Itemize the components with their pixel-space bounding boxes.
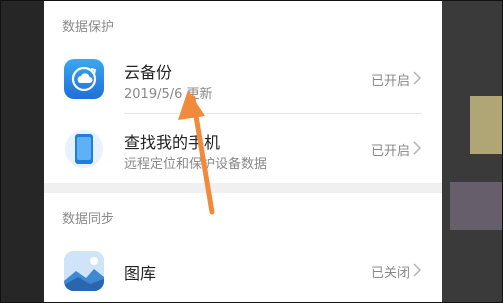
row-cloud-backup[interactable]: 云备份 2019/5/6 更新 已开启 bbox=[44, 46, 442, 108]
find-phone-icon bbox=[64, 129, 104, 169]
section-gap bbox=[44, 183, 442, 193]
background-shape bbox=[470, 96, 503, 154]
section-header-data-protection: 数据保护 bbox=[62, 20, 115, 35]
chevron-right-icon bbox=[412, 140, 422, 155]
cloud-backup-icon bbox=[64, 59, 104, 99]
background-left bbox=[0, 0, 44, 303]
settings-panel: 数据保护 云备份 2019/5/6 更新 已开启 查找我的手机 远程定位和保护设 bbox=[44, 0, 442, 303]
background-shape bbox=[450, 182, 503, 230]
chevron-right-icon bbox=[412, 70, 422, 85]
chevron-right-icon bbox=[412, 262, 422, 277]
row-title: 查找我的手机 bbox=[124, 133, 221, 152]
row-find-my-phone[interactable]: 查找我的手机 远程定位和保护设备数据 已开启 bbox=[44, 116, 442, 178]
row-title: 云备份 bbox=[124, 63, 173, 82]
gallery-icon bbox=[64, 251, 104, 291]
row-subtitle: 2019/5/6 更新 bbox=[124, 87, 213, 102]
divider bbox=[124, 113, 422, 114]
status-text: 已开启 bbox=[370, 74, 410, 89]
section-header-data-sync: 数据同步 bbox=[62, 212, 115, 227]
status-text: 已开启 bbox=[370, 144, 410, 159]
status-text: 已关闭 bbox=[370, 266, 410, 281]
background-right bbox=[442, 0, 503, 303]
row-title: 图库 bbox=[124, 264, 157, 283]
row-subtitle: 远程定位和保护设备数据 bbox=[124, 157, 268, 172]
row-gallery[interactable]: 图库 已关闭 bbox=[44, 238, 442, 300]
